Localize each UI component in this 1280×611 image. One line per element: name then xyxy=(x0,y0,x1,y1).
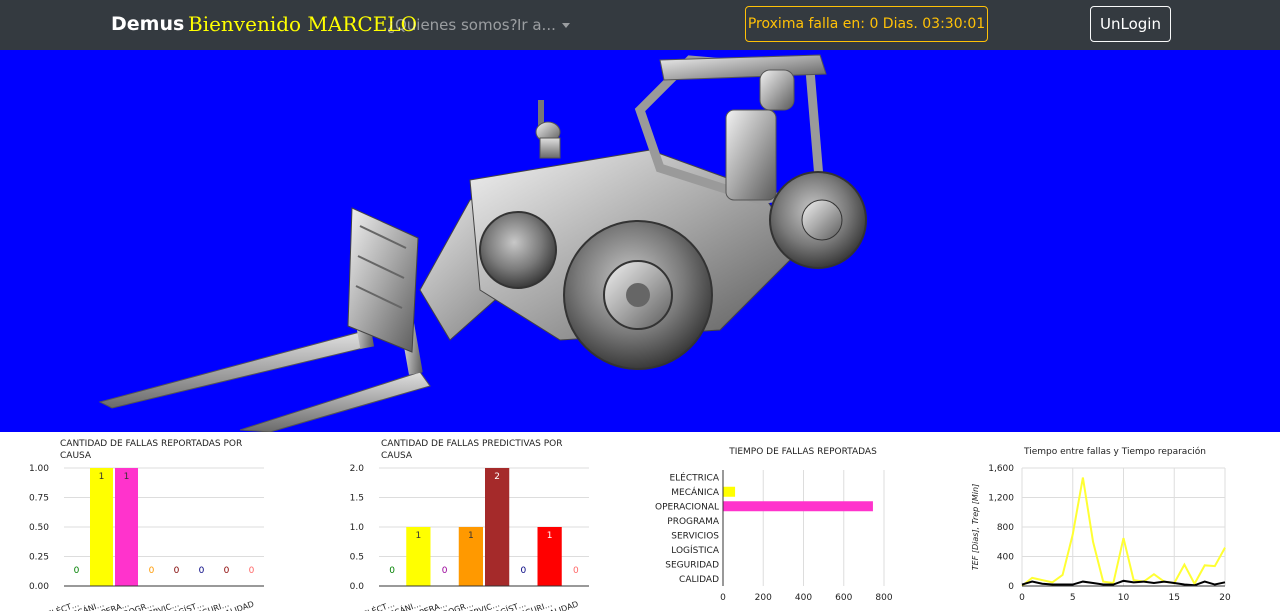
y-tick-label: 800 xyxy=(997,523,1014,533)
y-tick-label: OPERACIONAL xyxy=(655,502,719,512)
data-label: 2 xyxy=(494,472,500,482)
x-tick-label: 200 xyxy=(755,593,772,603)
chart-svg: CANTIDAD DE FALLAS PREDICTIVAS POR CAUSA 0… xyxy=(350,439,589,611)
y-tick-label: 1,600 xyxy=(988,464,1014,474)
about-link[interactable]: ¿Quienes somos? xyxy=(387,16,518,34)
chart-title: CAUSA xyxy=(60,451,92,461)
model-viewer[interactable] xyxy=(0,50,1280,432)
goto-dropdown[interactable]: Ir a... xyxy=(517,16,570,34)
data-label: 1 xyxy=(99,472,105,482)
y-tick-label: 0.75 xyxy=(29,494,49,504)
x-tick-label: 20 xyxy=(1219,593,1231,603)
chart-svg: TIEMPO DE FALLAS REPORTADAS 0 200 400 600 800… xyxy=(655,447,893,603)
x-tick-label: 0 xyxy=(1019,593,1025,603)
chevron-down-icon xyxy=(561,23,570,28)
data-label: 0 xyxy=(442,566,448,576)
y-tick-label: 1.0 xyxy=(350,523,365,533)
chart-reported-faults-by-cause: CANTIDAD DE FALLAS REPORTADAS POR CAUSA 0.… xyxy=(20,432,270,611)
data-label: 0 xyxy=(573,566,579,576)
bar xyxy=(90,468,113,586)
top-navbar: Demus Bienvenido MARCELO ¿Quienes somos?… xyxy=(0,0,1280,50)
y-tick-label: 400 xyxy=(997,553,1014,563)
y-tick-label: 1.00 xyxy=(29,464,49,474)
y-tick-label: LOGÍSTICA xyxy=(671,544,720,556)
chart-svg: Tiempo entre fallas y Tiempo reparación 0… xyxy=(971,446,1231,603)
y-tick-label: CALIDAD xyxy=(679,575,719,585)
data-label: 0 xyxy=(174,566,180,576)
y-tick-label: 0.25 xyxy=(29,553,49,563)
y-axis-label: TEF [Dias], Trep [Min] xyxy=(971,484,980,570)
chart-title: CANTIDAD DE FALLAS REPORTADAS POR xyxy=(60,439,242,449)
y-tick-label: ELÉCTRICA xyxy=(669,471,719,483)
data-label: 0 xyxy=(149,566,155,576)
brand-link[interactable]: Demus xyxy=(111,13,184,35)
chart-time-between-failures: Tiempo entre fallas y Tiempo reparación 0… xyxy=(960,432,1240,611)
bar xyxy=(485,468,510,586)
chart-title: CANTIDAD DE FALLAS PREDICTIVAS POR xyxy=(381,439,562,449)
data-label: 1 xyxy=(468,531,474,541)
y-tick-label: 1.5 xyxy=(350,494,364,504)
chart-title: TIEMPO DE FALLAS REPORTADAS xyxy=(728,447,877,457)
goto-dropdown-label: Ir a... xyxy=(517,16,556,34)
data-label: 0 xyxy=(249,566,255,576)
data-label: 0 xyxy=(74,566,80,576)
y-tick-label: 0.00 xyxy=(29,582,49,592)
data-label: 0 xyxy=(521,566,527,576)
x-tick-label: 400 xyxy=(795,593,812,603)
welcome-message: Bienvenido MARCELO xyxy=(188,12,417,36)
chart-title: Tiempo entre fallas y Tiempo reparación xyxy=(1023,446,1206,457)
chart-reported-fault-time: TIEMPO DE FALLAS REPORTADAS 0 200 400 600 800… xyxy=(640,432,910,611)
bar xyxy=(723,486,736,497)
y-tick-label: 0.0 xyxy=(350,582,365,592)
y-tick-label: 0.50 xyxy=(29,523,49,533)
data-label: 1 xyxy=(547,531,553,541)
y-tick-label: SEGURIDAD xyxy=(665,560,719,570)
bar xyxy=(115,468,138,586)
forklift-3d-model xyxy=(98,54,867,432)
y-tick-label: 1,200 xyxy=(988,494,1014,504)
chart-title: CAUSA xyxy=(381,451,413,461)
charts-panel: CANTIDAD DE FALLAS REPORTADAS POR CAUSA 0.… xyxy=(0,432,1280,611)
data-label: 0 xyxy=(199,566,205,576)
y-tick-label: SERVICIOS xyxy=(671,531,719,541)
x-tick-label: 5 xyxy=(1070,593,1076,603)
x-tick-label: 600 xyxy=(835,593,852,603)
y-tick-label: MECÁNICA xyxy=(671,486,720,498)
next-fault-countdown[interactable]: Proxima falla en: 0 Dias. 03:30:01 xyxy=(745,6,988,42)
y-tick-label: 0.5 xyxy=(350,553,364,563)
y-tick-label: PROGRAMA xyxy=(667,517,720,527)
x-tick-label: 0 xyxy=(720,593,726,603)
chart-predictive-faults-by-cause: CANTIDAD DE FALLAS PREDICTIVAS POR CAUSA 0… xyxy=(335,432,595,611)
x-tick-label: 10 xyxy=(1118,593,1130,603)
x-tick-label: 15 xyxy=(1169,593,1180,603)
data-label: 1 xyxy=(124,472,130,482)
chart-svg: CANTIDAD DE FALLAS REPORTADAS POR CAUSA 0.… xyxy=(29,439,264,611)
logout-button[interactable]: UnLogin xyxy=(1090,6,1171,42)
data-label: 1 xyxy=(416,531,422,541)
y-tick-label: 0 xyxy=(1008,582,1014,592)
y-tick-label: 2.0 xyxy=(350,464,365,474)
data-label: 0 xyxy=(224,566,230,576)
data-label: 0 xyxy=(389,566,395,576)
x-tick-label: 800 xyxy=(875,593,892,603)
bar xyxy=(723,501,873,512)
